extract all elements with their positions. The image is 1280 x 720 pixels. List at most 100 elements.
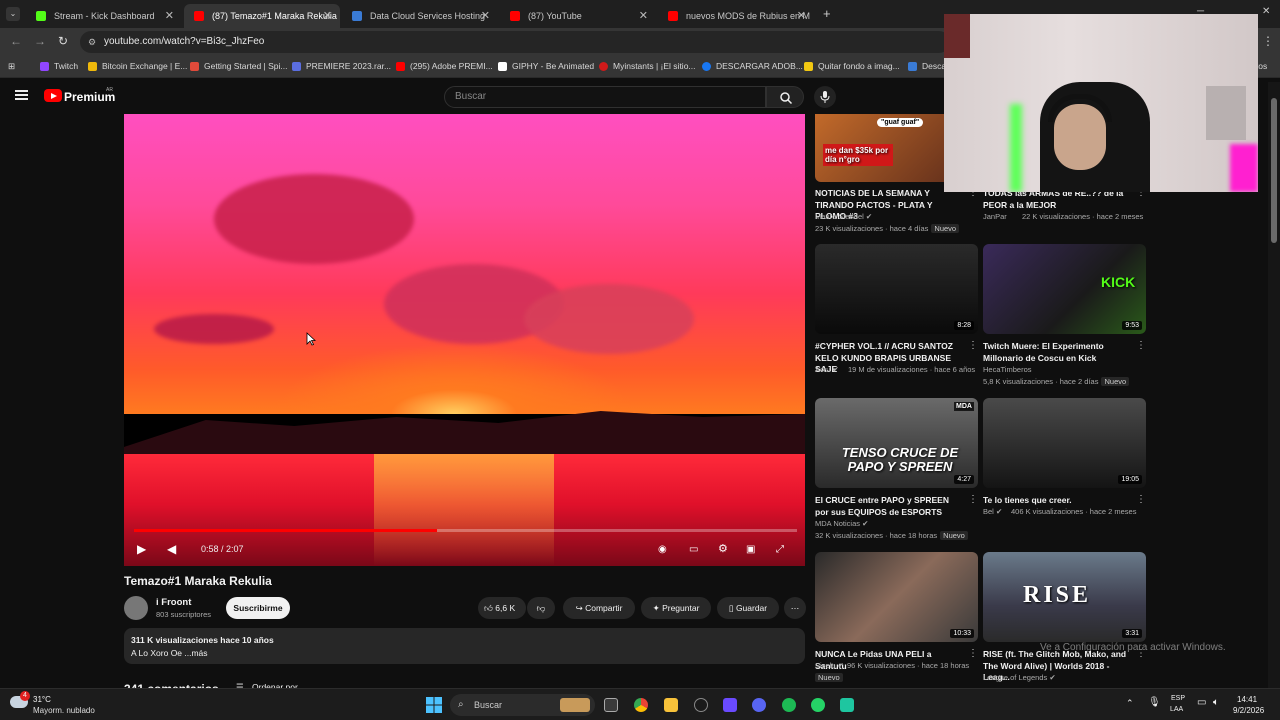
recommended-video-card[interactable]: 19:05 Te lo tienes que creer. Bel ✔ 406 …	[983, 398, 1146, 538]
card-title[interactable]: El CRUCE entre PAPO y SPREEN por sus EQU…	[815, 495, 965, 518]
spotify-icon[interactable]	[782, 698, 796, 712]
card-channel[interactable]: HecaTimberos	[983, 365, 1032, 374]
description-box[interactable]: 311 K visualizaciones hace 10 años A Lo …	[124, 628, 805, 664]
recommended-video-card[interactable]: 10:33 NUNCA Le Pidas UNA PELI a Santutu …	[815, 552, 978, 686]
language-indicator[interactable]: ESP	[1171, 695, 1185, 702]
play-icon[interactable]: ▶	[137, 542, 146, 556]
dislike-button[interactable]: 👎︎	[527, 597, 555, 619]
video-thumbnail[interactable]: 8:28	[815, 244, 978, 334]
video-thumbnail[interactable]: RISE 3:31	[983, 552, 1146, 642]
bookmark-bitcoin[interactable]: Bitcoin Exchange | E...	[88, 61, 187, 71]
taskbar-search[interactable]: ⌕ Buscar	[450, 694, 595, 716]
card-more-icon[interactable]: ⋮	[968, 340, 978, 351]
windows-start-icon[interactable]	[426, 697, 442, 713]
bookmark-getting-started[interactable]: Getting Started | Spi...	[190, 61, 287, 71]
reload-icon[interactable]: ↻	[58, 34, 68, 48]
card-channel[interactable]: Acru ✔	[815, 365, 839, 374]
fullscreen-icon[interactable]: ⤢	[776, 544, 784, 555]
keyboard-layout-indicator[interactable]: LAA	[1170, 706, 1183, 713]
microphone-tray-icon[interactable]: 🎙︎	[1148, 697, 1161, 708]
bookmark-myinstants[interactable]: Myinstants | ¡El sitio...	[599, 61, 696, 71]
video-thumbnail[interactable]: 19:05	[983, 398, 1146, 488]
volume-icon[interactable]: ◀	[167, 542, 176, 556]
card-channel[interactable]: League of Legends ✔	[983, 673, 1056, 682]
bookmark-descargar-adobe[interactable]: DESCARGAR ADOB...	[702, 61, 803, 71]
ask-button[interactable]: ✦ Preguntar	[641, 597, 711, 619]
tab-maraka-rekulia[interactable]: (87) Temazo#1 Maraka Rekulia ✕	[184, 4, 340, 28]
card-title[interactable]: Twitch Muere: El Experimento Millonario …	[983, 341, 1133, 364]
recommended-video-card[interactable]: RISE 3:31 RISE (ft. The Glitch Mob, Mako…	[983, 552, 1146, 686]
video-thumbnail[interactable]: 10:33	[815, 552, 978, 642]
volume-tray-icon[interactable]: 🔈︎	[1213, 697, 1219, 708]
settings-gear-icon[interactable]: ⚙	[718, 542, 728, 555]
url-field[interactable]: ⚙ youtube.com/watch?v=Bi3c_JhzFeo	[80, 31, 950, 53]
show-hidden-icons-icon[interactable]: ⌃	[1126, 698, 1134, 709]
video-player[interactable]: ▶ ◀ 0:58 / 2:07 ◉ ▭ ⚙ ▣ ⤢	[124, 114, 805, 566]
card-channel[interactable]: Sizelu ✔	[815, 661, 844, 670]
video-thumbnail[interactable]: MDA TENSO CRUCE DE PAPO Y SPREEN 4:27	[815, 398, 978, 488]
video-thumbnail[interactable]: KICK 9:53	[983, 244, 1146, 334]
tab-kick-dashboard[interactable]: Stream - Kick Dashboard ✕	[26, 4, 182, 28]
search-input[interactable]: Buscar	[444, 86, 766, 108]
voice-search-button[interactable]	[814, 86, 836, 108]
hamburger-menu-icon[interactable]	[15, 90, 28, 100]
bookmark-giphy[interactable]: GIPHY - Be Animated	[498, 61, 594, 71]
forward-arrow-icon[interactable]: →	[34, 34, 46, 48]
tab-data-cloud[interactable]: Data Cloud Services Hosting ✕	[342, 4, 498, 28]
channel-avatar[interactable]	[124, 596, 148, 620]
close-tab-icon[interactable]: ✕	[639, 9, 648, 22]
tab-youtube[interactable]: (87) YouTube ✕	[500, 4, 656, 28]
card-more-icon[interactable]: ⋮	[1136, 340, 1146, 351]
file-explorer-icon[interactable]	[664, 698, 678, 712]
card-channel[interactable]: JanPar	[983, 212, 1007, 221]
card-more-icon[interactable]: ⋮	[968, 494, 978, 505]
obs-icon[interactable]	[694, 698, 708, 712]
discord-icon[interactable]	[752, 698, 766, 712]
close-tab-icon[interactable]: ✕	[165, 9, 174, 22]
close-tab-icon[interactable]: ✕	[481, 9, 490, 22]
page-scrollbar[interactable]	[1268, 82, 1280, 688]
subscribe-button[interactable]: Suscribirme	[226, 597, 290, 619]
recommended-video-card[interactable]: MDA TENSO CRUCE DE PAPO Y SPREEN 4:27 El…	[815, 398, 978, 540]
back-arrow-icon[interactable]: ←	[10, 34, 22, 48]
save-button[interactable]: ▯ Guardar	[717, 597, 779, 619]
bookmark-premiere[interactable]: PREMIERE 2023.rar...	[292, 61, 391, 71]
bookmark-adobe-premiere[interactable]: (295) Adobe PREMI...	[396, 61, 493, 71]
more-actions-button[interactable]: ⋯	[784, 597, 806, 619]
miniplayer-icon[interactable]: ▣	[746, 544, 755, 555]
chrome-icon[interactable]	[634, 698, 648, 712]
card-title[interactable]: Te lo tienes que creer.	[983, 495, 1133, 507]
app-icon[interactable]	[840, 698, 854, 712]
card-channel[interactable]: MDA Noticias ✔	[815, 519, 868, 528]
close-tab-icon[interactable]: ✕	[797, 9, 806, 22]
card-channel[interactable]: Mauro Stendel ✔	[815, 212, 872, 221]
browser-menu-icon[interactable]: ⋮	[1262, 34, 1274, 48]
tab-list-icon[interactable]: ⌄	[6, 7, 20, 21]
scrollbar-thumb[interactable]	[1271, 98, 1277, 243]
clock-date[interactable]: 9/2/2026	[1233, 706, 1264, 715]
bookmark-descarga[interactable]: Desca	[908, 61, 946, 71]
close-window-icon[interactable]: ✕	[1262, 6, 1270, 17]
task-view-icon[interactable]	[604, 698, 618, 712]
card-more-icon[interactable]: ⋮	[968, 648, 978, 659]
channel-name[interactable]: i Froont	[156, 597, 191, 608]
progress-bar[interactable]	[134, 529, 797, 532]
subtitles-icon[interactable]: ▭	[689, 544, 698, 555]
close-tab-icon[interactable]: ✕	[323, 9, 332, 22]
share-button[interactable]: ↪ Compartir	[563, 597, 635, 619]
youtube-logo-icon[interactable]	[44, 89, 62, 102]
bookmark-twitch[interactable]: Twitch	[40, 61, 78, 71]
monitor-tray-icon[interactable]: ▭	[1197, 697, 1206, 708]
recommended-video-card[interactable]: 8:28 #CYPHER VOL.1 // ACRU SANTOZ KELO K…	[815, 244, 978, 384]
card-more-icon[interactable]: ⋮	[1136, 494, 1146, 505]
tab-rubius-mods[interactable]: nuevos MODS de Rubius en M ✕	[658, 4, 814, 28]
recommended-video-card[interactable]: KICK 9:53 Twitch Muere: El Experimento M…	[983, 244, 1146, 386]
app-icon[interactable]	[723, 698, 737, 712]
site-info-icon[interactable]: ⚙	[88, 31, 96, 53]
card-channel[interactable]: Bel ✔	[983, 507, 1002, 516]
like-button[interactable]: 👍︎ 6,6 K	[478, 597, 526, 619]
clock-time[interactable]: 14:41	[1237, 695, 1257, 704]
search-button[interactable]	[766, 86, 804, 108]
whatsapp-icon[interactable]	[811, 698, 825, 712]
new-tab-button[interactable]: +	[823, 6, 831, 21]
